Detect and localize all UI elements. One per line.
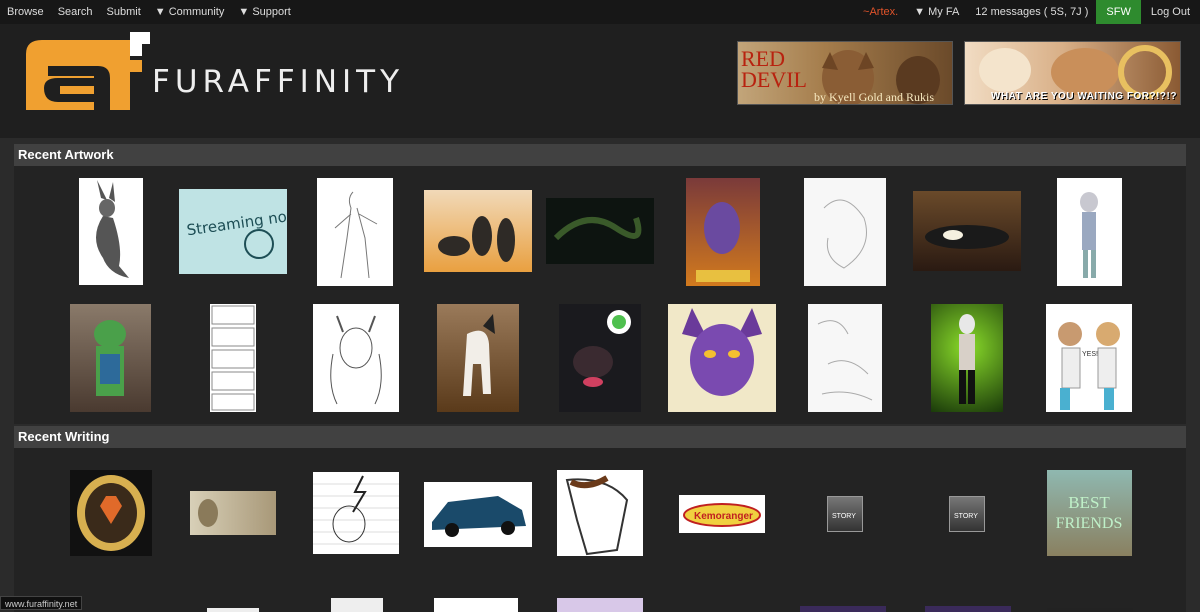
writing-thumb-story-2[interactable]: STORY (949, 496, 985, 532)
nav-username[interactable]: ~Artex. (855, 6, 906, 18)
artwork-thumb-dark-snake[interactable] (546, 198, 654, 264)
writing-thumb-partial-4[interactable] (557, 598, 643, 612)
recent-writing-header: Recent Writing (14, 426, 1186, 448)
writing-thumb-partial-3[interactable] (434, 598, 518, 612)
nav-community[interactable]: ▼ Community (148, 6, 232, 18)
nav-submit[interactable]: Submit (100, 6, 148, 18)
svg-text:FRIENDS: FRIENDS (1056, 515, 1123, 532)
furaffinity-logo-icon[interactable] (18, 32, 150, 110)
writing-thumb-partial-6[interactable] (925, 606, 1011, 612)
writing-thumb-horse-sketch[interactable] (557, 470, 643, 556)
writing-thumb-lightning-sketch[interactable] (313, 472, 399, 554)
writing-thumb-fox-medallion[interactable] (70, 470, 152, 556)
artwork-thumb-kangaroo[interactable] (79, 178, 143, 285)
nav-myfa[interactable]: ▼ My FA (906, 6, 967, 18)
writing-thumb-blue-car[interactable] (424, 482, 532, 547)
nav-search[interactable]: Search (51, 6, 100, 18)
artwork-thumb-comic-strip[interactable] (210, 304, 256, 412)
svg-text:BEST: BEST (1068, 493, 1110, 512)
writing-thumb-kemoranger[interactable]: Kemoranger (679, 495, 765, 533)
logout-link[interactable]: Log Out (1141, 6, 1200, 18)
nav-support[interactable]: ▼ Support (231, 6, 297, 18)
banner-waiting-text: WHAT ARE YOU WAITING FOR?!?!? (991, 91, 1177, 102)
sfw-toggle-button[interactable]: SFW (1096, 0, 1141, 24)
artwork-thumb-horse-sculpture[interactable] (437, 304, 519, 412)
site-header: FURAFFINITY RED DEVIL by Kyell Gold and … (0, 24, 1200, 138)
artwork-thumb-sketch-sheet[interactable] (808, 304, 882, 412)
status-url: www.furaffinity.net (0, 596, 83, 610)
writing-thumb-partial-1[interactable] (207, 608, 259, 612)
banner-waiting[interactable]: WHAT ARE YOU WAITING FOR?!?!? (964, 41, 1181, 105)
artwork-thumb-two-characters[interactable]: YES! (1046, 304, 1132, 412)
writing-thumb-best-friends[interactable]: BEST FRIENDS (1047, 470, 1132, 556)
recent-artwork-header: Recent Artwork (14, 144, 1186, 166)
writing-thumb-partial-2[interactable] (331, 598, 383, 612)
artwork-thumb-pencil-couple[interactable] (804, 178, 886, 286)
svg-text:Kemoranger: Kemoranger (694, 511, 753, 522)
artwork-thumb-sketch-figure[interactable] (317, 178, 393, 286)
nav-right: ~Artex. ▼ My FA 12 messages ( 5S, 7J ) S… (855, 0, 1200, 24)
artwork-thumb-green-character[interactable] (931, 304, 1003, 412)
nav-browse[interactable]: Browse (0, 6, 51, 18)
writing-thumb-sepia-scene[interactable] (190, 491, 276, 535)
svg-text:STORY: STORY (954, 513, 978, 520)
artwork-thumb-fursuit-head[interactable] (559, 304, 641, 412)
artwork-thumb-streaming[interactable]: Streaming now! (179, 189, 287, 274)
top-nav: Browse Search Submit ▼ Community ▼ Suppo… (0, 0, 1200, 24)
artwork-thumb-purple-lynx[interactable] (668, 304, 776, 412)
svg-text:STORY: STORY (832, 513, 856, 520)
banner-red-devil-title: RED DEVIL (741, 46, 807, 92)
artwork-thumb-antler-portrait[interactable] (313, 304, 399, 412)
artwork-thumb-creature-photo[interactable] (913, 191, 1021, 271)
artwork-thumb-standing-character[interactable] (1057, 178, 1122, 286)
svg-text:Streaming now!: Streaming now! (185, 205, 287, 239)
artwork-thumb-otters[interactable] (424, 190, 532, 272)
writing-thumb-partial-5[interactable] (800, 606, 886, 612)
svg-text:YES!: YES! (1082, 351, 1098, 358)
writing-thumb-story-1[interactable]: STORY (827, 496, 863, 532)
banner-red-devil[interactable]: RED DEVIL by Kyell Gold and Rukis (737, 41, 953, 105)
logo-text: FURAFFINITY (152, 64, 405, 100)
artwork-thumb-comic-cover[interactable] (686, 178, 760, 286)
writing-thumb-partial-7[interactable] (1047, 608, 1133, 612)
nav-left: Browse Search Submit ▼ Community ▼ Suppo… (0, 0, 298, 24)
banner-red-devil-byline: by Kyell Gold and Rukis (814, 90, 934, 104)
artwork-thumb-fursuit-green[interactable] (70, 304, 151, 412)
nav-messages[interactable]: 12 messages ( 5S, 7J ) (967, 6, 1096, 18)
